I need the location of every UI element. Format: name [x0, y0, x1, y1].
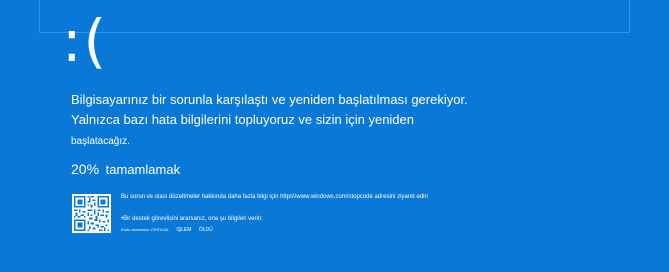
- qr-code-icon: [72, 194, 111, 233]
- error-message: Bilgisayarınız bir sorunla karşılaştı ve…: [71, 90, 591, 130]
- support-text: •Bir destek görevlisini ararsanız, ona ş…: [121, 216, 263, 222]
- progress-status: 20% tamamlamak: [71, 161, 180, 178]
- restart-message: başlatacağız.: [71, 136, 130, 147]
- sad-face-emoticon: :(: [62, 7, 109, 75]
- qr-code-graphic: [74, 196, 109, 231]
- stop-code-info: Bu sorun ve olası düzeltmeler hakkında d…: [121, 193, 641, 234]
- error-message-line-2: Yalnızca bazı hata bilgilerini topluyoru…: [71, 112, 415, 127]
- stop-code-label: Kodu durdurma: CRITICAL: [121, 227, 170, 232]
- progress-percent: 20%: [71, 161, 100, 177]
- stop-code-row: Kodu durdurma: CRITICAL IŞLEM ÖLDÜ: [121, 226, 641, 234]
- stop-code-value-1: IŞLEM: [176, 227, 192, 233]
- progress-label: tamamlamak: [105, 162, 181, 177]
- window-frame-outline: [39, 0, 630, 33]
- error-message-line-1: Bilgisayarınız bir sorunla karşılaştı ve…: [71, 92, 468, 107]
- more-info-text: Bu sorun ve olası düzeltmeler hakkında d…: [121, 194, 428, 200]
- stop-code-value-2: ÖLDÜ: [198, 227, 213, 233]
